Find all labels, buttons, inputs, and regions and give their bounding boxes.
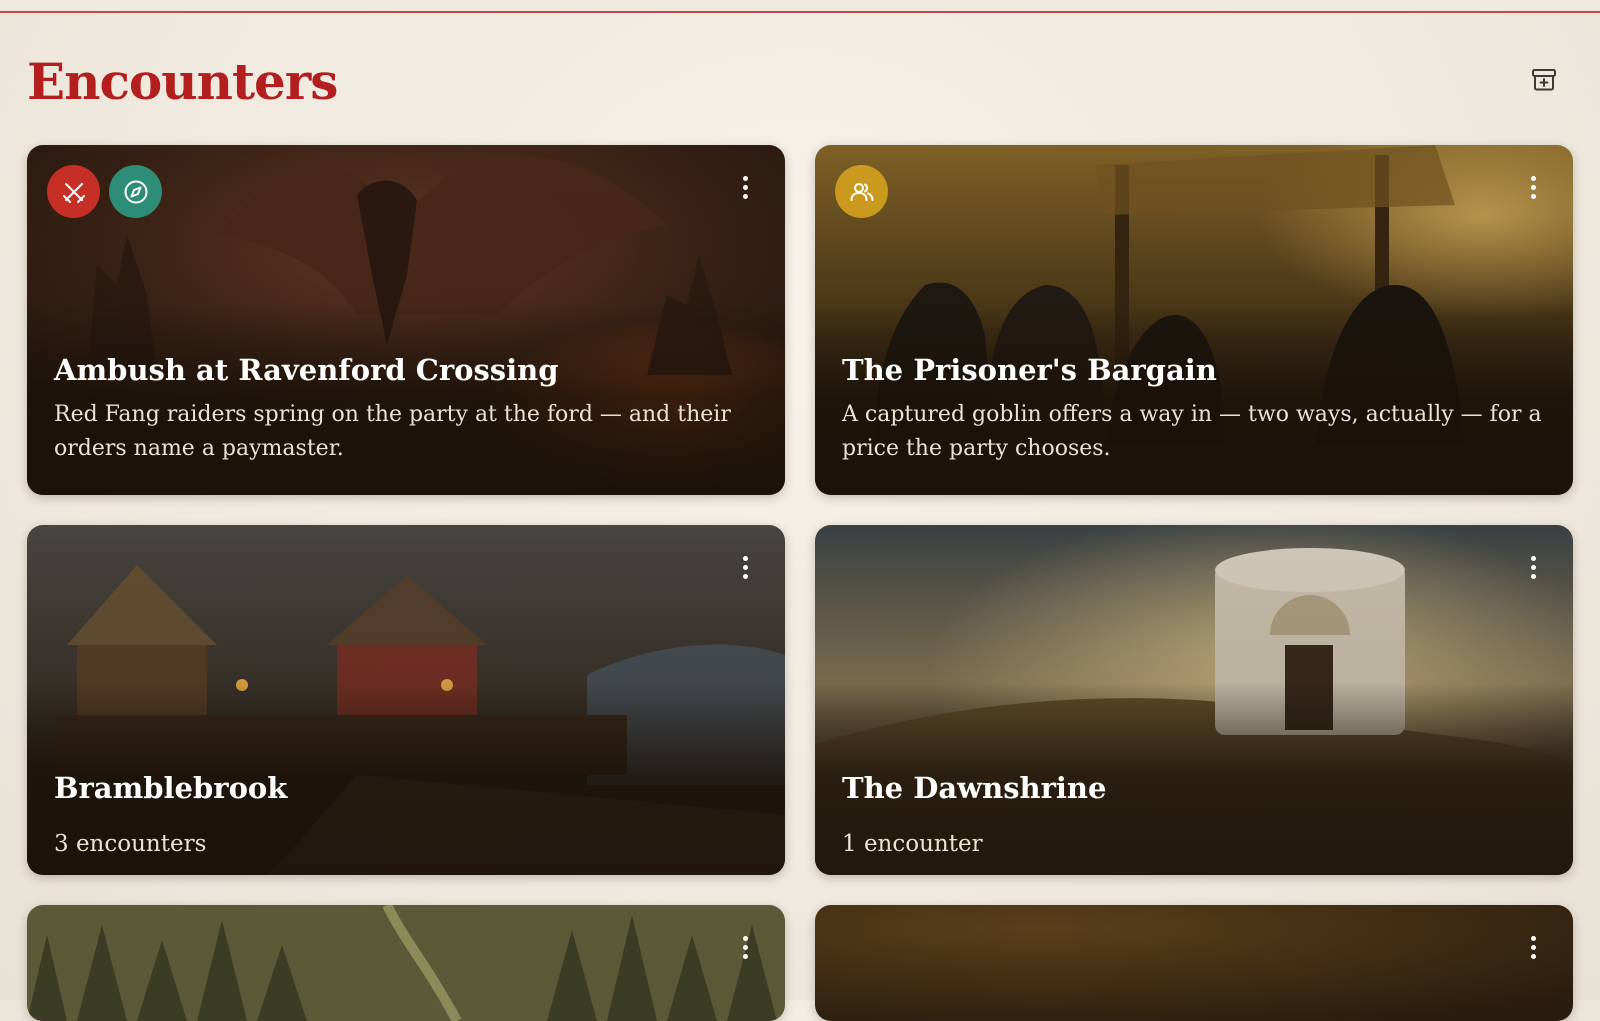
encounter-card-prisoners-bargain[interactable]: The Prisoner's Bargain A captured goblin… xyxy=(815,145,1573,495)
card-subtitle: 1 encounter xyxy=(842,831,983,857)
location-card-forest[interactable] xyxy=(27,905,785,1021)
card-menu-button[interactable] xyxy=(1523,929,1543,965)
combat-badge xyxy=(47,165,100,218)
encounter-card-ambush[interactable]: Ambush at Ravenford Crossing Red Fang ra… xyxy=(27,145,785,495)
card-shade xyxy=(27,525,785,875)
people-icon xyxy=(850,182,873,201)
page-title: Encounters xyxy=(27,52,338,111)
card-menu-button[interactable] xyxy=(1523,549,1543,585)
archive-plus-icon xyxy=(1532,69,1556,91)
exploration-badge xyxy=(109,165,162,218)
card-title: Bramblebrook xyxy=(54,771,288,805)
card-art-placeholder xyxy=(815,905,1573,1021)
card-subtitle: 3 encounters xyxy=(54,831,207,857)
top-rule xyxy=(0,0,1600,13)
location-card-dawnshrine[interactable]: The Dawnshrine 1 encounter xyxy=(815,525,1573,875)
social-badge xyxy=(835,165,888,218)
card-title: Ambush at Ravenford Crossing xyxy=(54,353,559,387)
compass-icon xyxy=(124,180,147,203)
card-title: The Prisoner's Bargain xyxy=(842,353,1217,387)
new-encounter-button[interactable] xyxy=(1530,66,1558,94)
card-title: The Dawnshrine xyxy=(842,771,1107,805)
card-menu-button[interactable] xyxy=(1523,169,1543,205)
location-card-bramblebrook[interactable]: Bramblebrook 3 encounters xyxy=(27,525,785,875)
card-menu-button[interactable] xyxy=(735,169,755,205)
crossed-swords-icon xyxy=(62,182,85,203)
card-menu-button[interactable] xyxy=(735,929,755,965)
location-card-placeholder[interactable] xyxy=(815,905,1573,1021)
card-menu-button[interactable] xyxy=(735,549,755,585)
card-description: A captured goblin offers a way in — two … xyxy=(842,402,1542,461)
card-art-forest xyxy=(27,905,785,1021)
card-description: Red Fang raiders spring on the party at … xyxy=(54,402,731,461)
card-shade xyxy=(815,525,1573,875)
